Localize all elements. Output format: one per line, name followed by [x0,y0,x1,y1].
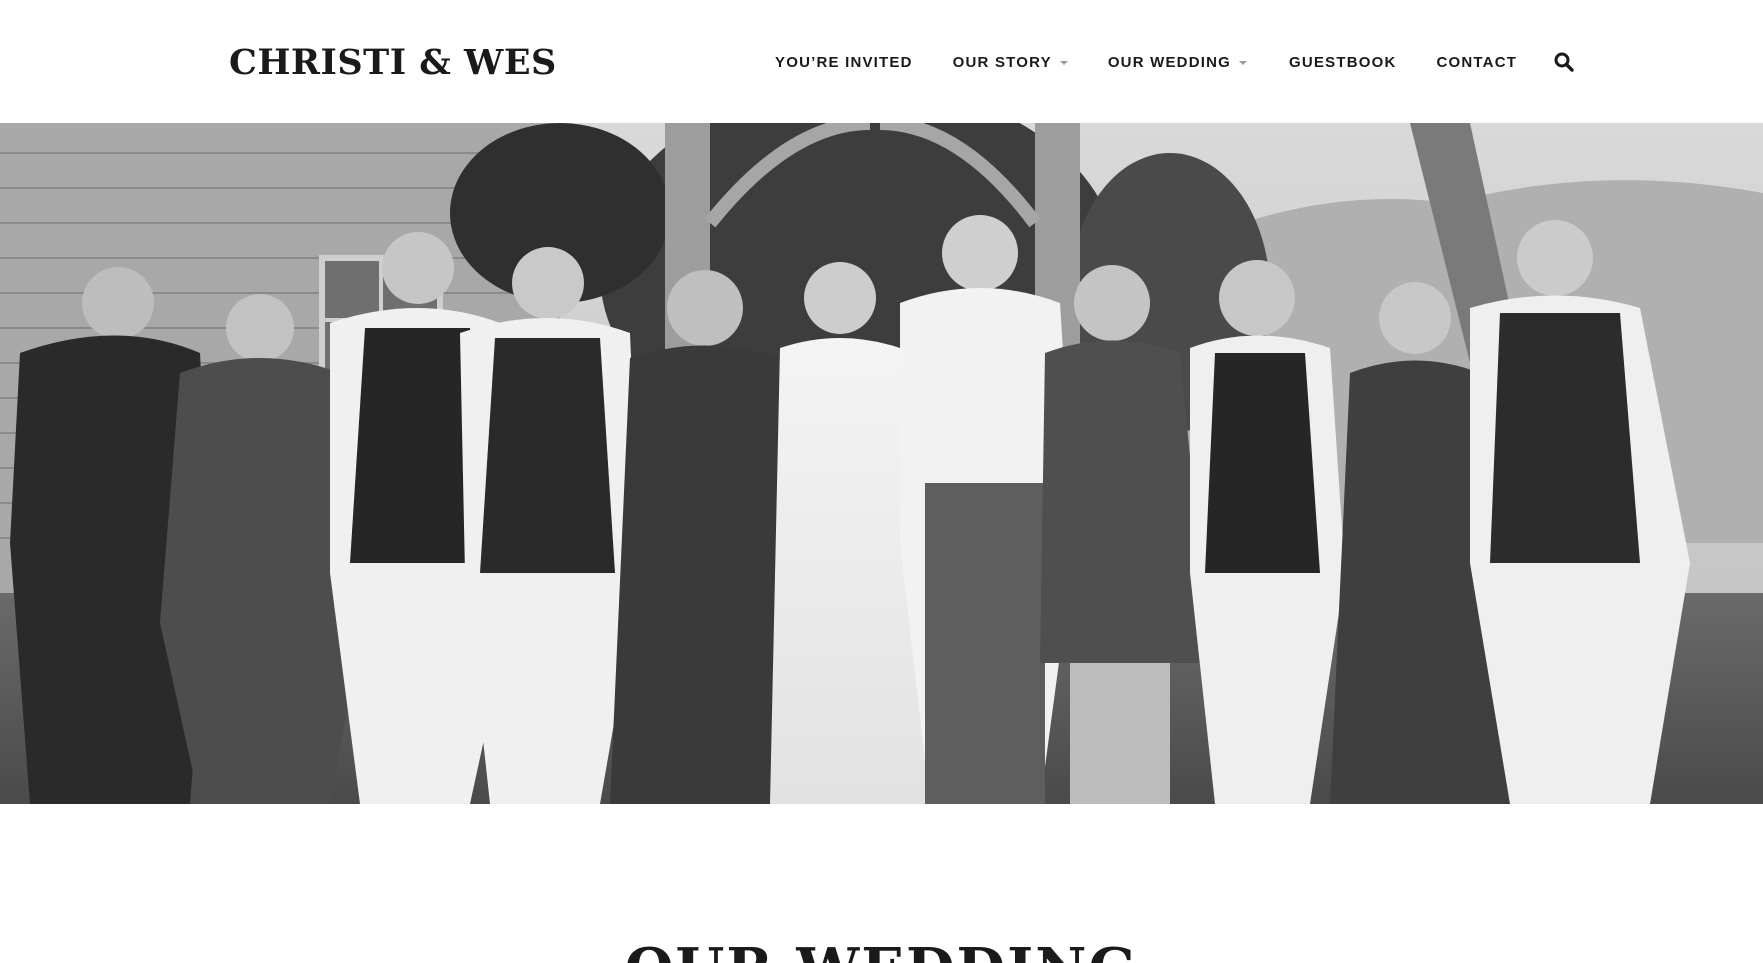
nav-item-label: CONTACT [1436,53,1518,71]
site-header: CHRISTI & WES YOU’RE INVITED OUR STORY O… [0,0,1763,123]
nav-item-guestbook[interactable]: GUESTBOOK [1289,54,1396,71]
page-title: OUR WEDDING [0,934,1763,963]
page: CHRISTI & WES YOU’RE INVITED OUR STORY O… [0,0,1763,963]
search-button[interactable] [1553,51,1575,73]
hero-photo [0,123,1763,804]
nav-item-youre-invited[interactable]: YOU’RE INVITED [775,54,913,71]
chevron-down-icon [1059,60,1068,65]
site-title-link[interactable]: CHRISTI & WES [229,42,557,83]
nav-item-label: YOU’RE INVITED [775,53,913,71]
nav-item-label: OUR STORY [952,53,1052,71]
nav-item-contact[interactable]: CONTACT [1437,54,1518,71]
wedding-party-photo [0,123,1763,804]
nav-item-our-wedding[interactable]: OUR WEDDING [1107,53,1248,71]
nav-item-label: OUR WEDDING [1107,53,1232,71]
chevron-down-icon [1239,60,1248,65]
nav-item-our-story[interactable]: OUR STORY [953,54,1068,71]
search-icon [1554,52,1574,72]
nav-item-label: GUESTBOOK [1289,53,1397,71]
main-navigation: YOU’RE INVITED OUR STORY OUR WEDDING GUE… [775,51,1575,73]
